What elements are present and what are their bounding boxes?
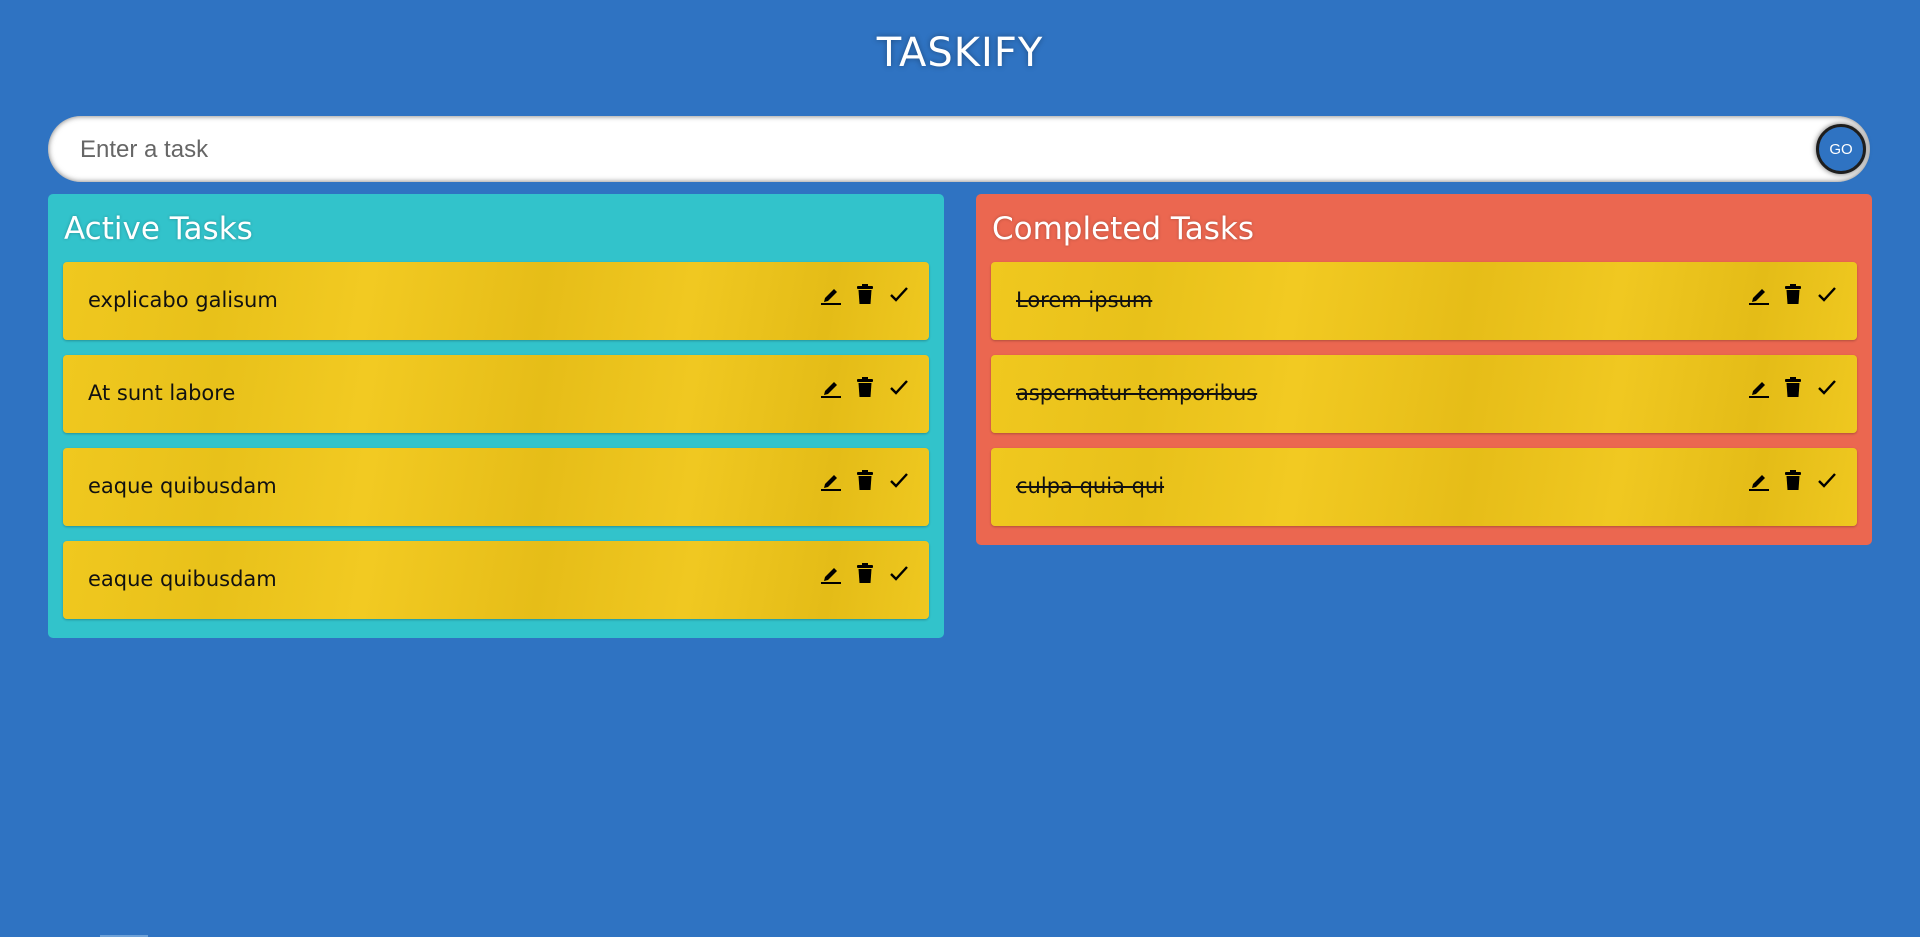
trash-icon[interactable] (855, 469, 875, 491)
task-card[interactable]: explicabo galisum (63, 262, 929, 340)
task-text: explicabo galisum (88, 288, 278, 312)
app-title: TASKIFY (876, 30, 1044, 76)
completed-tasks-panel: Completed Tasks Lorem ipsum aspernatur t… (976, 194, 1872, 545)
check-icon[interactable] (1817, 283, 1837, 305)
task-text: At sunt labore (88, 381, 236, 405)
task-text: culpa quia qui (1016, 474, 1165, 498)
pencil-icon[interactable] (1749, 469, 1769, 491)
completed-tasks-title: Completed Tasks (992, 211, 1254, 247)
task-card[interactable]: At sunt labore (63, 355, 929, 433)
pencil-icon[interactable] (821, 562, 841, 584)
pencil-icon[interactable] (821, 376, 841, 398)
trash-icon[interactable] (855, 562, 875, 584)
task-input-wrapper: GO (48, 116, 1870, 184)
check-icon[interactable] (889, 376, 909, 398)
task-actions (1749, 283, 1837, 305)
task-card[interactable]: eaque quibusdam (63, 448, 929, 526)
task-text: aspernatur temporibus (1016, 381, 1258, 405)
check-icon[interactable] (1817, 469, 1837, 491)
task-card[interactable]: eaque quibusdam (63, 541, 929, 619)
task-actions (1749, 376, 1837, 398)
completed-task-card[interactable]: Lorem ipsum (991, 262, 1857, 340)
task-actions (821, 283, 909, 305)
completed-task-card[interactable]: culpa quia qui (991, 448, 1857, 526)
trash-icon[interactable] (1783, 376, 1803, 398)
task-text: Lorem ipsum (1016, 288, 1153, 312)
pencil-icon[interactable] (821, 283, 841, 305)
completed-task-card[interactable]: aspernatur temporibus (991, 355, 1857, 433)
pencil-icon[interactable] (821, 469, 841, 491)
task-actions (821, 469, 909, 491)
task-actions (821, 376, 909, 398)
task-text: eaque quibusdam (88, 567, 277, 591)
check-icon[interactable] (889, 469, 909, 491)
active-tasks-panel: Active Tasks explicabo galisum At sunt l… (48, 194, 944, 638)
check-icon[interactable] (889, 562, 909, 584)
check-icon[interactable] (1817, 376, 1837, 398)
trash-icon[interactable] (855, 283, 875, 305)
task-actions (821, 562, 909, 584)
pencil-icon[interactable] (1749, 283, 1769, 305)
pencil-icon[interactable] (1749, 376, 1769, 398)
go-button[interactable]: GO (1816, 124, 1866, 174)
trash-icon[interactable] (1783, 283, 1803, 305)
task-input[interactable] (78, 116, 1822, 184)
check-icon[interactable] (889, 283, 909, 305)
task-text: eaque quibusdam (88, 474, 277, 498)
trash-icon[interactable] (1783, 469, 1803, 491)
trash-icon[interactable] (855, 376, 875, 398)
active-tasks-title: Active Tasks (64, 211, 253, 247)
task-actions (1749, 469, 1837, 491)
